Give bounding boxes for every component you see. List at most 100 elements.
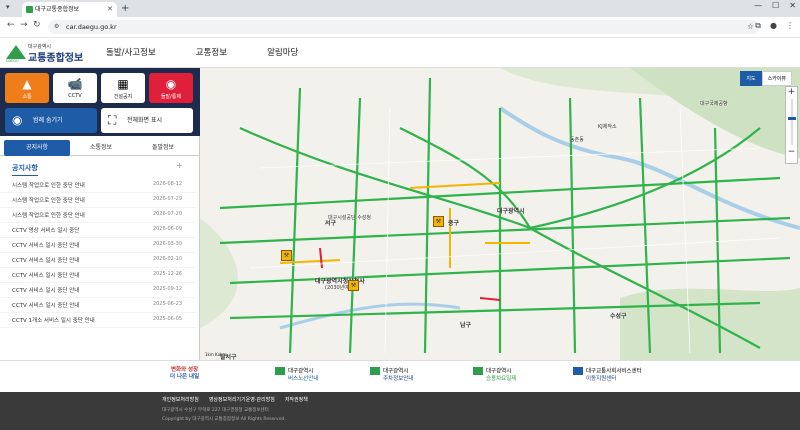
- notice-row[interactable]: 시스템 작업으로 인한 중단 안내 2026-07-20: [0, 208, 196, 223]
- menu-traffic[interactable]: 교통정보: [196, 46, 227, 58]
- bus-line-2: 버스노선안내: [288, 375, 319, 382]
- maximize-icon[interactable]: ☐: [772, 1, 779, 10]
- reload-icon[interactable]: ↻: [33, 20, 41, 30]
- info-tabs: 공지사항 소통정보 돌발정보: [0, 140, 200, 156]
- notice-row[interactable]: CCTV 서비스 일시 중단 안내 2025-09-12: [0, 283, 196, 298]
- sidebar: ▲ 소통 📹 CCTV ▦ 건설공지 ◉ 돌발/통제 ◉ 범례 숨기기 ⛶ 전체…: [0, 68, 200, 360]
- map-label-jung: 중구: [448, 220, 460, 227]
- mobility-logo-icon: [573, 367, 583, 375]
- incident-control-button[interactable]: ◉ 돌발/통제: [149, 73, 193, 103]
- expand-icon: ⛶: [108, 113, 117, 127]
- notice-title: 시스템 작업으로 인한 중단 안내: [12, 198, 85, 204]
- tab-notices[interactable]: 공지사항: [4, 140, 70, 156]
- new-tab-icon[interactable]: +: [121, 2, 129, 16]
- address-bar-row: ← → ↻ ⚙ car.daegu.go.kr ☆ ⧉ ● ⋮: [0, 17, 800, 38]
- map-type-skyview-button[interactable]: 스카이뷰: [761, 71, 792, 86]
- menu-incident[interactable]: 돌발/사고정보: [106, 46, 156, 58]
- notice-date: 2026-06-09: [152, 226, 182, 232]
- mountain-logo-icon: [275, 367, 285, 375]
- construction-marker-icon[interactable]: ⚒: [281, 250, 292, 261]
- logo-tag: DAEGU: [6, 59, 19, 63]
- construction-button[interactable]: ▦ 건설공지: [101, 73, 145, 103]
- notices-heading: 공지사항: [12, 163, 38, 176]
- forward-icon[interactable]: →: [20, 20, 28, 30]
- parking-banner[interactable]: 대구광역시 주차정보안내: [370, 367, 413, 387]
- notice-title: CCTV 영상 서비스 일시 중단: [12, 228, 80, 234]
- notice-title: CCTV 서비스 일시 중단 안내: [12, 288, 80, 294]
- hide-legend-label: 범례 숨기기: [33, 117, 63, 124]
- notice-row[interactable]: 시스템 작업으로 인한 중단 안내 2026-08-12: [0, 178, 196, 193]
- map-scale: 1km Kakao: [205, 352, 228, 357]
- traffic-flow-label: 소통: [22, 94, 32, 100]
- bookmark-star-icon[interactable]: ☆: [747, 20, 754, 34]
- traffic-flow-button[interactable]: ▲ 소통: [5, 73, 49, 103]
- notice-row[interactable]: CCTV 서비스 일시 중단 안내 2026-03-30: [0, 238, 196, 253]
- notice-date: 2025-06-23: [152, 301, 182, 307]
- main-menu: 돌발/사고정보 교통정보 알림마당: [106, 46, 298, 58]
- extensions-icon[interactable]: ⧉: [755, 21, 761, 31]
- notice-date: 2025-12-26: [152, 271, 182, 277]
- hide-legend-button[interactable]: ◉ 범례 숨기기: [5, 108, 97, 133]
- back-icon[interactable]: ←: [7, 20, 15, 30]
- notice-row[interactable]: CCTV 영상 서비스 일시 중단 2026-06-09: [0, 223, 196, 238]
- browser-tab-strip: ▾ 대구교통종합정보 ✕ + — ☐ ✕: [0, 0, 800, 17]
- more-plus-icon[interactable]: +: [176, 161, 183, 170]
- notice-date: 2025-06-05: [152, 316, 182, 322]
- map-type-map-button[interactable]: 지도: [740, 71, 762, 86]
- mountain-logo-icon: [370, 367, 380, 375]
- construction-marker-icon[interactable]: ⚒: [348, 280, 359, 291]
- car-day-banner[interactable]: 대구광역시 승용차요일제: [473, 367, 516, 387]
- notice-title: CCTV 서비스 일시 중단 안내: [12, 243, 80, 249]
- site-header: 대구광역시 교통종합정보 DAEGU 돌발/사고정보 교통정보 알림마당: [0, 38, 800, 68]
- fullscreen-button[interactable]: ⛶ 전체화면 표시: [101, 108, 193, 133]
- logo-title: 교통종합정보: [28, 53, 84, 64]
- zoom-out-icon[interactable]: −: [786, 147, 797, 157]
- menu-notice[interactable]: 알림마당: [267, 46, 298, 58]
- browser-tab[interactable]: 대구교통종합정보 ✕: [22, 2, 117, 17]
- minimize-icon[interactable]: —: [754, 1, 762, 10]
- car-day-line-2: 승용차요일제: [486, 375, 517, 382]
- zoom-slider[interactable]: [786, 97, 797, 147]
- notice-date: 2026-08-12: [152, 181, 182, 187]
- tab-traffic-info[interactable]: 소통정보: [68, 140, 134, 156]
- map-label-dongchon: 동촌동: [570, 137, 584, 143]
- copyright-policy-link[interactable]: 저작권정책: [285, 396, 308, 403]
- mobility-line-2: 이동지원센터: [586, 375, 617, 382]
- construction-marker-icon[interactable]: ⚒: [433, 216, 444, 227]
- quick-button-panel: ▲ 소통 📹 CCTV ▦ 건설공지 ◉ 돌발/통제 ◉ 범례 숨기기 ⛶ 전체…: [0, 68, 200, 136]
- notice-date: 2025-09-12: [152, 286, 182, 292]
- notice-title: CCTV 서비스 일시 중단 안내: [12, 273, 80, 279]
- construction-label: 건설공지: [113, 94, 133, 100]
- map-type-toggle: 지도 스카이뷰: [740, 71, 792, 86]
- cctv-button[interactable]: 📹 CCTV: [53, 73, 97, 103]
- notice-row[interactable]: CCTV 서비스 일시 중단 안내 2025-12-26: [0, 268, 196, 283]
- notice-list: 시스템 작업으로 인한 중단 안내 2026-08-12 시스템 작업으로 인한 중…: [0, 178, 196, 328]
- privacy-policy-link[interactable]: 개인정보처리방침: [162, 396, 199, 403]
- notice-date: 2026-02-10: [152, 256, 182, 262]
- tab-incident-info[interactable]: 돌발정보: [130, 140, 196, 156]
- notice-row[interactable]: CCTV 1개소 서비스 일시 중단 안내 2025-06-05: [0, 313, 196, 328]
- profile-icon[interactable]: ●: [770, 21, 777, 31]
- map-label-nam: 남구: [460, 322, 472, 329]
- notice-row[interactable]: CCTV 서비스 일시 중단 안내 2026-02-10: [0, 253, 196, 268]
- zoom-in-icon[interactable]: +: [786, 87, 797, 97]
- notice-row[interactable]: CCTV 서비스 일시 중단 안내 2025-06-23: [0, 298, 196, 313]
- campaign-banner[interactable]: 변화와 성장 더 나은 내일: [170, 367, 199, 387]
- map-label-kj: KJ제작소: [598, 124, 617, 130]
- site-logo[interactable]: 대구광역시 교통종합정보 DAEGU: [6, 41, 86, 65]
- mobility-line-1: 대구교통사회서비스센터: [586, 368, 642, 375]
- tab-title: 대구교통종합정보: [35, 6, 80, 13]
- footer-copyright: Copyright by 대구광역시 교통종합정보 All Rights Res…: [162, 417, 286, 422]
- menu-icon[interactable]: ⋮: [786, 21, 794, 31]
- notice-row[interactable]: 시스템 작업으로 인한 중단 안내 2026-07-29: [0, 193, 196, 208]
- tab-search-icon[interactable]: ▾: [6, 3, 10, 11]
- window-close-icon[interactable]: ✕: [789, 1, 796, 10]
- site-info-icon[interactable]: ⚙: [54, 20, 59, 34]
- bus-route-banner[interactable]: 대구광역시 버스노선안내: [275, 367, 318, 387]
- mobility-center-banner[interactable]: 대구교통사회서비스센터 이동지원센터: [573, 367, 642, 387]
- url-input[interactable]: ⚙ car.daegu.go.kr ☆: [48, 20, 760, 34]
- traffic-map[interactable]: 대구광역시 중구 남구 수성구 동촌동 대구광역시청신청사 (2030년예정) …: [200, 68, 800, 360]
- map-label-daegu-station: 대구광역시: [497, 208, 525, 215]
- cctv-policy-link[interactable]: 영상정보처리기기운영·관리방침: [209, 396, 275, 403]
- close-icon[interactable]: ✕: [107, 2, 113, 17]
